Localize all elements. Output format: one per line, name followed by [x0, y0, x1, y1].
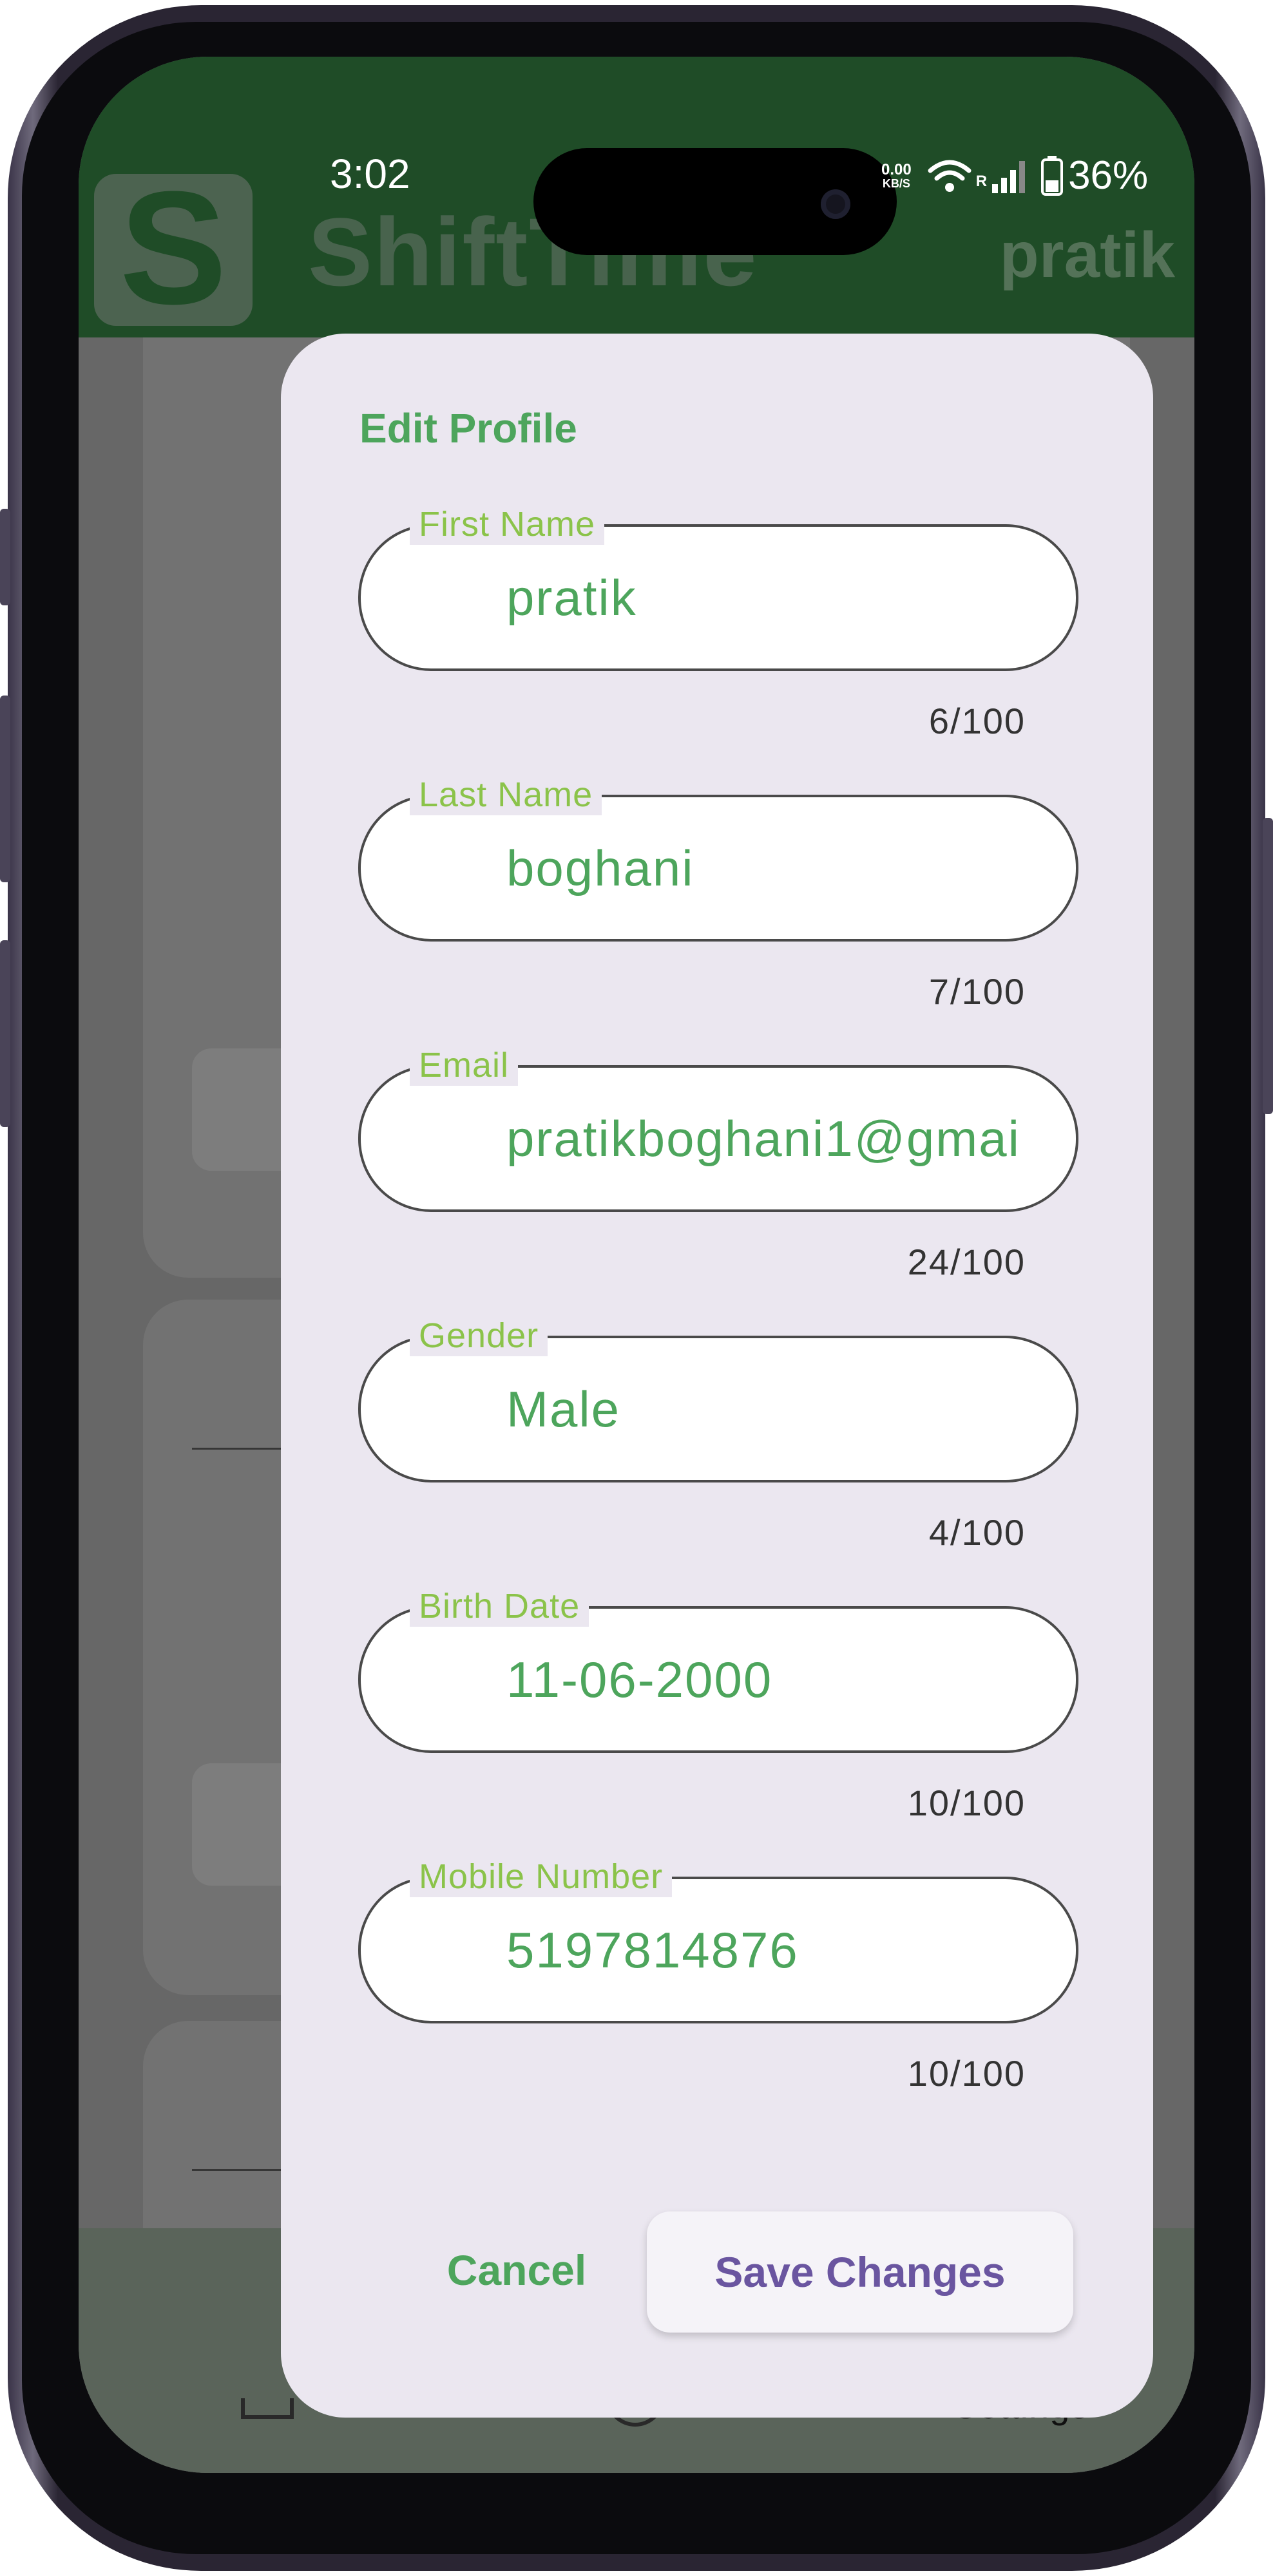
power-button [1263, 818, 1273, 1114]
character-counter: 10/100 [907, 1783, 1026, 1823]
first-name-field[interactable]: First Name pratik 6/100 [358, 504, 1078, 741]
edit-profile-dialog: Edit Profile First Name pratik 6/100 Las… [281, 334, 1153, 2418]
character-counter: 10/100 [907, 2053, 1026, 2094]
action-button [0, 509, 10, 605]
character-counter: 6/100 [928, 701, 1026, 741]
character-counter: 7/100 [928, 971, 1026, 1012]
battery-percentage: 36% [1068, 153, 1149, 198]
field-value[interactable]: boghani [506, 795, 1019, 942]
battery-icon [1041, 156, 1064, 196]
dialog-title: Edit Profile [359, 405, 577, 451]
screen: S ShiftTime pratik Settings 3:02 0.00 KB… [79, 57, 1194, 2473]
field-value[interactable]: pratik [506, 524, 1019, 671]
last-name-field[interactable]: Last Name boghani 7/100 [358, 774, 1078, 1011]
gender-field[interactable]: Gender Male 4/100 [358, 1315, 1078, 1552]
birth-date-field[interactable]: Birth Date 11-06-2000 10/100 [358, 1586, 1078, 1823]
mobile-number-field[interactable]: Mobile Number 5197814876 10/100 [358, 1856, 1078, 2093]
email-field[interactable]: Email pratikboghani1@gmai 24/100 [358, 1045, 1078, 1282]
volume-up-button [0, 696, 10, 882]
cancel-button[interactable]: Cancel [433, 2235, 600, 2306]
status-time: 3:02 [330, 151, 410, 197]
field-value[interactable]: 11-06-2000 [506, 1606, 1019, 1753]
status-icons: 0.00 KB/S R 36% [881, 153, 1148, 198]
character-counter: 24/100 [907, 1242, 1026, 1282]
dynamic-island [533, 148, 897, 255]
field-value[interactable]: 5197814876 [506, 1877, 1019, 2023]
field-value[interactable]: pratikboghani1@gmai [506, 1065, 1019, 1212]
network-speed: 0.00 KB/S [881, 161, 912, 190]
save-changes-button[interactable]: Save Changes [647, 2211, 1073, 2333]
network-speed-unit: KB/S [882, 177, 910, 190]
network-speed-value: 0.00 [881, 161, 912, 178]
field-value[interactable]: Male [506, 1336, 1019, 1482]
network-type: R [975, 173, 988, 190]
signal-icon [992, 161, 1026, 193]
wifi-icon [928, 160, 972, 192]
camera-lens [821, 189, 850, 219]
volume-down-button [0, 940, 10, 1127]
character-counter: 4/100 [928, 1512, 1026, 1553]
field-label: Email [410, 1045, 519, 1086]
